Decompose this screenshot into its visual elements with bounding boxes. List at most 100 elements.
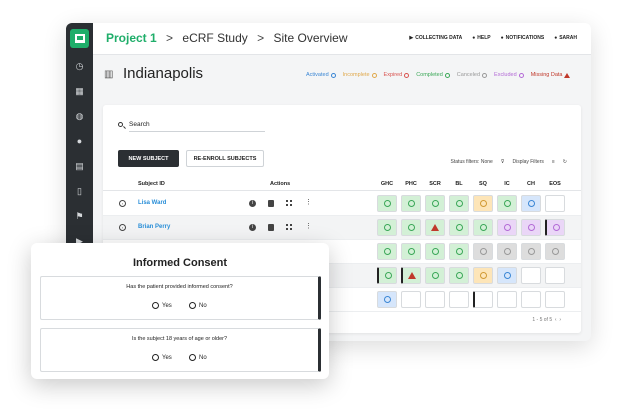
alert-icon[interactable]: ● [74,136,85,147]
document-icon[interactable]: ▯ [74,186,85,197]
status-cell-activated[interactable] [497,267,517,284]
grid-icon[interactable] [286,200,292,206]
help-button[interactable]: ● HELP [472,35,490,41]
status-legend: Activated Incomplete Expired Completed Cance… [306,72,571,78]
radio-button[interactable] [189,302,196,309]
user-menu[interactable]: ● SARAH [554,35,577,41]
column-header[interactable]: SCR [425,181,445,187]
status-cell-excluded[interactable] [521,219,541,236]
status-cell-activated[interactable] [521,195,541,212]
reenroll-subjects-button[interactable]: RE-ENROLL SUBJECTS [186,150,264,167]
dashboard-icon[interactable]: ▦ [74,86,85,97]
building-icon: ▥ [104,69,114,80]
status-cell-canceled[interactable] [473,243,493,260]
info-icon[interactable]: i [249,200,256,207]
column-header[interactable]: EOS [545,181,565,187]
status-cell-empty[interactable] [545,195,565,212]
status-icon [384,224,391,231]
table-icon[interactable]: ▤ [74,161,85,172]
status-cell-completed[interactable] [449,243,469,260]
document-icon[interactable] [268,224,274,231]
status-cell-completed[interactable] [425,267,445,284]
app-logo[interactable] [70,29,89,48]
status-cell-completed[interactable] [377,243,397,260]
status-cell-empty[interactable] [545,291,565,308]
status-cell-canceled[interactable] [497,243,517,260]
status-cell-completed[interactable] [497,195,517,212]
status-icon [408,200,415,207]
settings-icon[interactable]: ≡ [552,159,555,165]
status-cell-empty[interactable] [497,291,517,308]
status-cell-completed[interactable] [377,219,397,236]
status-cell-empty[interactable] [521,291,541,308]
radio-button[interactable] [152,302,159,309]
more-icon[interactable]: ⋮ [305,198,312,206]
status-cell-completed[interactable] [401,219,421,236]
status-cell-empty[interactable] [425,291,445,308]
document-icon[interactable] [268,200,274,207]
status-cell-completed[interactable] [449,267,469,284]
subject-link[interactable]: Lisa Ward [138,200,166,206]
status-cell-missing[interactable] [425,219,445,236]
status-cell-completed[interactable] [425,195,445,212]
breadcrumb-study[interactable]: eCRF Study [182,31,247,45]
status-cell-canceled[interactable] [521,243,541,260]
status-icon [504,224,511,231]
filter-icon[interactable]: ⊽ [501,159,505,165]
expand-icon[interactable]: › [119,224,126,231]
reenroll-label: RE-ENROLL SUBJECTS [193,155,257,162]
collecting-data-button[interactable]: ▶ COLLECTING DATA [409,35,462,41]
status-cell-completed[interactable] [377,267,397,284]
column-header[interactable]: SQ [473,181,493,187]
grid-icon[interactable] [286,224,292,230]
status-filters[interactable]: Status filters: None [451,159,493,165]
status-cell-completed[interactable] [449,219,469,236]
globe-icon[interactable]: ◍ [74,111,85,122]
column-header[interactable]: PHC [401,181,421,187]
status-cell-excluded[interactable] [545,219,565,236]
table-row[interactable]: › Brian Perry i ⋮ [103,216,581,240]
flag-icon[interactable]: ⚑ [74,211,85,222]
column-header[interactable]: GHC [377,181,397,187]
status-cell-completed[interactable] [425,243,445,260]
status-cell-incomplete[interactable] [473,195,493,212]
status-cell-missing[interactable] [401,267,421,284]
column-header[interactable]: BL [449,181,469,187]
new-subject-button[interactable]: NEW SUBJECT [118,150,179,167]
more-icon[interactable]: ⋮ [305,222,312,230]
subject-link[interactable]: Brian Perry [138,224,170,230]
status-cell-incomplete[interactable] [473,267,493,284]
notifications-button[interactable]: ● NOTIFICATIONS [501,35,545,41]
status-cell-empty[interactable] [401,291,421,308]
table-row[interactable]: › Lisa Ward i ⋮ [103,192,581,216]
clock-icon[interactable]: ◷ [74,61,85,72]
status-cell-activated[interactable] [377,291,397,308]
column-header[interactable]: CH [521,181,541,187]
status-cell-empty[interactable] [449,291,469,308]
yes-option[interactable]: Yes [152,302,172,309]
status-cell-completed[interactable] [473,219,493,236]
radio-button[interactable] [152,354,159,361]
expand-icon[interactable]: › [119,200,126,207]
no-option[interactable]: No [189,302,207,309]
display-filters[interactable]: Display Filters [512,159,543,165]
status-cell-canceled[interactable] [545,243,565,260]
breadcrumb-project[interactable]: Project 1 [106,31,157,45]
info-icon[interactable]: i [249,224,256,231]
refresh-icon[interactable]: ↻ [563,159,567,165]
user-icon: ● [554,35,558,41]
subject-id-header[interactable]: Subject ID [138,181,165,187]
status-cell-completed[interactable] [449,195,469,212]
radio-button[interactable] [189,354,196,361]
status-cell-completed[interactable] [401,195,421,212]
status-cell-completed[interactable] [401,243,421,260]
status-cell-completed[interactable] [377,195,397,212]
search-input[interactable] [129,117,265,132]
no-option[interactable]: No [189,354,207,361]
status-cell-empty[interactable] [521,267,541,284]
status-cell-excluded[interactable] [497,219,517,236]
status-cell-empty[interactable] [473,291,493,308]
status-cell-empty[interactable] [545,267,565,284]
yes-option[interactable]: Yes [152,354,172,361]
column-header[interactable]: IC [497,181,517,187]
